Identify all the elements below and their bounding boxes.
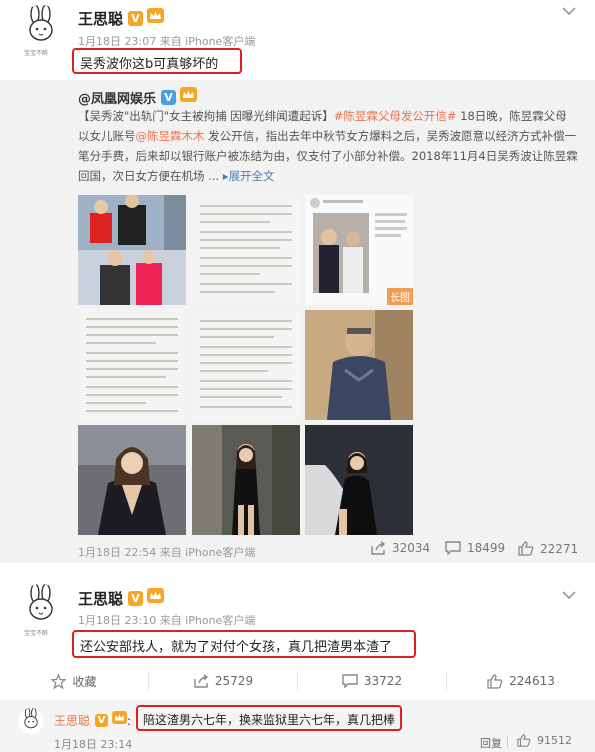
comment-like-button[interactable]: 91512 [517,734,572,747]
verified-badge-icon: V [95,714,109,727]
chevron-down-icon[interactable] [562,6,576,16]
repost-button[interactable]: 25729 [149,671,298,691]
verified-badge-icon: V [128,11,144,26]
verified-blue-icon: V [161,90,177,105]
repost-count: 32034 [392,541,431,555]
repost-like-count[interactable]: 22271 [518,541,578,556]
avatar-caption: 宝宝不醉 [24,630,49,637]
repost-comment-count[interactable]: 18499 [445,541,505,555]
hashtag-link[interactable]: #陈昱霖父母发公开信# [334,109,457,123]
avatar[interactable] [18,584,64,630]
repost-source-user[interactable]: @凤凰网娱乐 [78,92,156,107]
username[interactable]: 王思聪 [78,10,123,28]
post1-header: 王思聪 V [78,8,165,29]
chevron-down-icon[interactable] [562,590,576,600]
repost-source: @凤凰网娱乐 V [78,87,198,107]
comment-text: 陪这渣男六七年，换来监狱里六七年，真几把棒 [143,713,396,727]
photo-image [305,310,413,420]
comment-divider [507,736,508,748]
rabbit-avatar-icon [29,584,53,620]
comment-count: 18499 [467,541,506,555]
photo-image [192,425,300,535]
repost-card[interactable]: @凤凰网娱乐 V 【吴秀波"出轨门"女主被拘捕 因曝光绯闻遭起诉】#陈昱霖父母发公… [0,80,595,563]
rabbit-avatar-icon [24,708,38,729]
comment-icon [445,541,461,555]
vip-crown-icon [147,8,165,23]
photo-letter[interactable] [192,195,300,305]
repost-count: 25729 [214,674,254,688]
photo-image [78,425,186,535]
share-icon [194,674,209,688]
favorite-button[interactable]: 收藏 [0,671,149,691]
comment-avatar[interactable] [18,708,44,734]
favorite-label: 收藏 [72,674,97,689]
rabbit-avatar-icon [29,5,53,41]
long-image-tag: 长图 [387,288,413,305]
comment-count: 33722 [363,674,403,688]
photo-document-1[interactable] [78,310,186,420]
like-button[interactable]: 224613 [447,671,595,691]
vip-crown-icon [112,711,127,724]
comment-author: 王思聪 V: [54,711,131,729]
repost-title: 【吴秀波"出轨门"女主被拘捕 因曝光绯闻遭起诉】 [78,109,334,123]
comment-username[interactable]: 王思聪 [54,714,90,728]
photo-image [305,425,413,535]
photo-woman-1[interactable] [78,425,186,535]
repost-text: 【吴秀波"出轨门"女主被拘捕 因曝光绯闻遭起诉】#陈昱霖父母发公开信# 18日晚… [78,106,578,186]
thumbs-up-icon [487,673,503,689]
share-icon [371,541,386,555]
photo-screenshot[interactable]: 长图 [305,195,413,305]
expand-full-text-link[interactable]: ▸展开全文 [223,169,275,183]
comment-time: 1月18日 23:14 [54,738,133,751]
like-count: 22271 [540,541,579,556]
like-count: 224613 [509,674,555,688]
photo-document-2[interactable] [192,310,300,420]
vip-crown-icon [147,588,165,603]
thumbs-up-icon [517,734,531,747]
comment-button[interactable]: 33722 [298,671,447,691]
username[interactable]: 王思聪 [78,590,123,608]
post2-meta: 1月18日 23:10 来自 iPhone客户端 [78,614,256,627]
photo-couple[interactable] [78,195,186,305]
star-icon [51,673,67,689]
comment-icon [342,674,358,688]
reply-button[interactable]: 回复 [480,735,502,751]
avatar-caption: 宝宝不醉 [24,50,49,57]
photo-man-shirt[interactable] [305,310,413,420]
vip-crown-icon [180,87,198,102]
mention-link[interactable]: @陈昱霖木木 [136,129,205,143]
photo-woman-3[interactable] [305,425,413,535]
avatar[interactable] [18,5,64,51]
post2-text: 还公安部找人，就为了对付个女孩，真几把渣男本渣了 [80,640,393,655]
repost-share-count[interactable]: 32034 [370,541,430,555]
verified-badge-icon: V [128,591,144,606]
post2-action-bar: 收藏 25729 33722 224613 [0,670,595,692]
post2-header: 王思聪 V [78,588,165,609]
comment-like-count: 91512 [537,734,572,747]
photo-woman-2[interactable] [192,425,300,535]
thumbs-up-icon [518,541,534,556]
photo-image [78,195,186,305]
post1-text: 吴秀波你这b可真够坏的 [80,57,219,72]
post1-meta: 1月18日 23:07 来自 iPhone客户端 [78,35,256,48]
repost-meta: 1月18日 22:54 来自 iPhone客户端 [78,546,256,559]
